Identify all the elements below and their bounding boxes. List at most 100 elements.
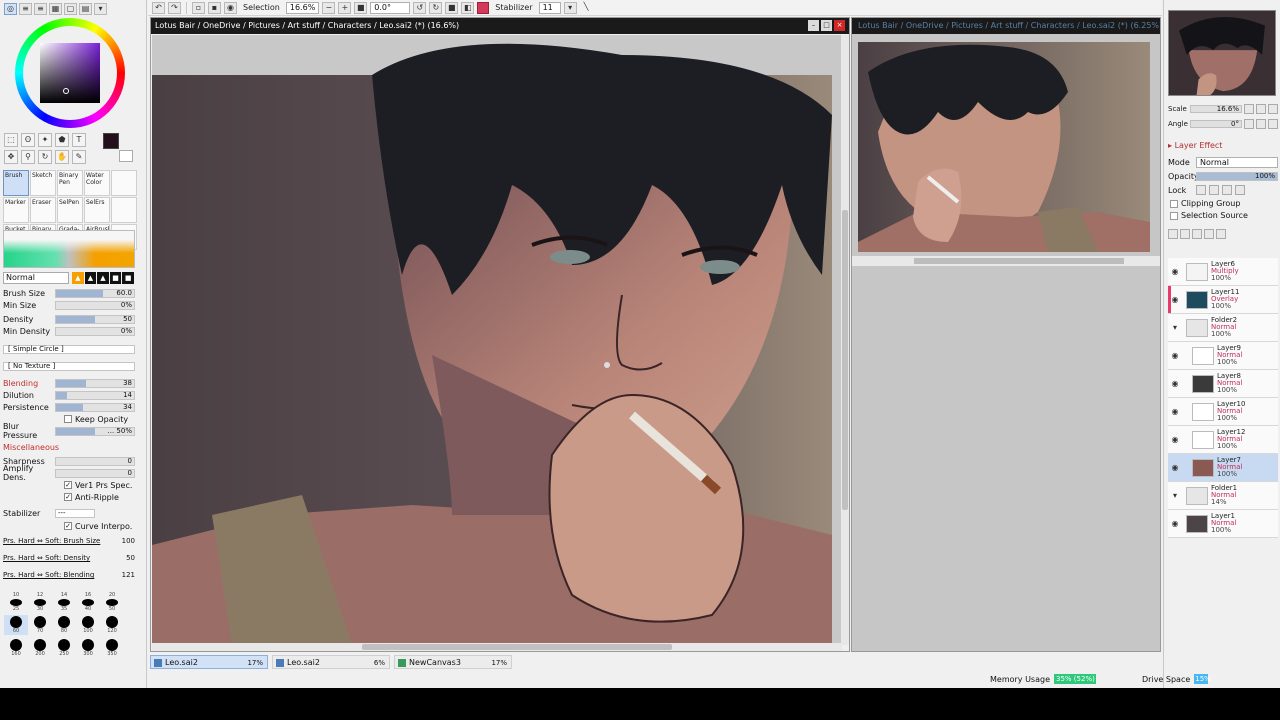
new-linework-layer-button[interactable] — [1180, 229, 1190, 239]
brush-size-preset[interactable]: 300 — [76, 638, 100, 658]
lasso-icon[interactable]: ʘ — [21, 133, 35, 147]
visibility-eye-icon[interactable]: ◉ — [1170, 407, 1180, 417]
brush-size-preset[interactable]: 16 40 — [76, 592, 100, 612]
brush-size-preset[interactable]: 120 — [100, 615, 124, 635]
rotation-field[interactable]: 0.0° — [370, 1, 411, 14]
brush-size-preset[interactable]: 100 — [76, 615, 100, 635]
brush-size-preset[interactable]: 350 — [100, 638, 124, 658]
angle-left-button[interactable] — [1244, 119, 1254, 129]
brush-tool-2[interactable]: Binary Pen — [57, 170, 83, 196]
delete-layer-button[interactable] — [1216, 229, 1226, 239]
brush-tool-0[interactable]: Brush — [3, 170, 29, 196]
lock-transparency-icon[interactable] — [1196, 185, 1206, 195]
rotate-right-button[interactable]: ↻ — [429, 1, 443, 14]
misc-header[interactable]: Miscellaneous — [3, 441, 135, 453]
lock-move-icon[interactable] — [1222, 185, 1232, 195]
rotate-icon[interactable]: ↻ — [38, 150, 52, 164]
brush-size-preset[interactable]: 200 — [28, 638, 52, 658]
zoom-field[interactable]: 16.6% — [285, 1, 320, 14]
selection-source-checkbox[interactable]: Selection Source — [1170, 210, 1248, 221]
visibility-eye-icon[interactable]: ◉ — [1170, 463, 1180, 473]
panel-menu-button[interactable]: ▾ — [94, 3, 107, 15]
visibility-eye-icon[interactable]: ◉ — [1170, 295, 1180, 305]
text-tool-icon[interactable]: T — [72, 133, 86, 147]
navigator-scale-slider[interactable]: 16.6% — [1190, 105, 1242, 113]
blending-slider[interactable]: 38 — [55, 378, 135, 388]
brush-tool-4[interactable] — [111, 170, 137, 196]
secondary-view-scrollbar[interactable] — [852, 256, 1160, 266]
brush-size-slider[interactable]: 60.0 — [55, 288, 135, 298]
brush-shape-select[interactable]: [ Simple Circle ] — [3, 344, 135, 354]
rect-select-icon[interactable]: ⬚ — [4, 133, 18, 147]
color-picker-cursor[interactable] — [63, 88, 69, 94]
persistence-slider[interactable]: 34 — [55, 402, 135, 412]
angle-reset-button[interactable] — [1268, 119, 1278, 129]
color-history-button[interactable]: ▤ — [79, 3, 92, 15]
navigator-angle-slider[interactable]: 0° — [1190, 120, 1242, 128]
eyedropper-icon[interactable]: ✎ — [72, 150, 86, 164]
duplicate-layer-button[interactable] — [1204, 229, 1214, 239]
stabilizer-dropdown-icon[interactable]: ▾ — [563, 1, 577, 14]
document-tab[interactable]: NewCanvas3 17% — [394, 655, 512, 669]
color-wheel[interactable] — [15, 18, 125, 128]
brush-size-preset[interactable]: 250 — [52, 638, 76, 658]
layer-row[interactable]: ◉ Layer1 Normal 100% — [1168, 510, 1278, 538]
layer-row[interactable]: ◉ Layer9 Normal 100% — [1168, 342, 1278, 370]
navigator-preview[interactable] — [1168, 10, 1276, 96]
brush-blend-mode-select[interactable]: Normal — [3, 272, 69, 284]
rotate-reset-button[interactable]: ■ — [445, 1, 459, 14]
document-tab[interactable]: Leo.sai2 6% — [272, 655, 390, 669]
prs-blending-row[interactable]: Prs. Hard ⇔ Soft: Blending 121 — [3, 569, 135, 581]
sharpness-slider[interactable]: 0 — [55, 456, 135, 466]
layer-row[interactable]: ◉ Layer7 Normal 100% — [1168, 454, 1278, 482]
layer-opacity-slider[interactable]: 100% — [1196, 171, 1278, 181]
hand-icon[interactable]: ✋ — [55, 150, 69, 164]
layer-row[interactable]: ▾ Folder2 Normal 100% — [1168, 314, 1278, 342]
color-wheel-mode-button[interactable]: ◎ — [4, 3, 17, 15]
layer-row[interactable]: ◉ Layer12 Normal 100% — [1168, 426, 1278, 454]
brush-size-preset[interactable]: 20 50 — [100, 592, 124, 612]
layer-effect-header[interactable]: ▸ Layer Effect — [1168, 141, 1222, 150]
brush-shape-orange[interactable]: ▲ — [72, 272, 84, 284]
visibility-eye-icon[interactable]: ◉ — [1170, 435, 1180, 445]
minimize-button[interactable]: – — [808, 20, 819, 31]
curve-interp-checkbox[interactable]: ✓ Curve Interpo. — [64, 520, 132, 532]
canvas-horizontal-scrollbar[interactable] — [152, 643, 842, 651]
min-density-slider[interactable]: 0% — [55, 326, 135, 336]
scale-plus-button[interactable] — [1256, 104, 1266, 114]
visibility-eye-icon[interactable]: ◉ — [1170, 379, 1180, 389]
prs-density-row[interactable]: Prs. Hard ⇔ Soft: Density 50 — [3, 552, 135, 564]
scale-minus-button[interactable] — [1244, 104, 1254, 114]
brush-tool-8[interactable]: SelErs — [84, 197, 110, 223]
saturation-value-square[interactable] — [40, 43, 100, 103]
visibility-eye-icon[interactable]: ◉ — [1170, 351, 1180, 361]
dilution-slider[interactable]: 14 — [55, 390, 135, 400]
brush-stabilizer-select[interactable]: --- — [55, 508, 95, 518]
new-folder-button[interactable] — [1192, 229, 1202, 239]
brush-size-preset[interactable]: 14 35 — [52, 592, 76, 612]
zoom-out-button[interactable]: − — [322, 1, 336, 14]
swatches-mode-button[interactable]: ▦ — [49, 3, 62, 15]
drawing-canvas[interactable] — [152, 35, 842, 645]
prs-size-row[interactable]: Prs. Hard ⇔ Soft: Brush Size 100 — [3, 535, 135, 547]
amplify-density-slider[interactable]: 0 — [55, 468, 135, 478]
zoom-reset-button[interactable]: ■ — [354, 1, 368, 14]
layer-row[interactable]: ◉ Layer11 Overlay 100% — [1168, 286, 1278, 314]
brush-size-preset[interactable]: 10 25 — [4, 592, 28, 612]
magic-wand-icon[interactable]: ✦ — [38, 133, 52, 147]
brush-tool-1[interactable]: Sketch — [30, 170, 56, 196]
brush-tool-9[interactable] — [111, 197, 137, 223]
close-button[interactable]: × — [834, 20, 845, 31]
foreground-color-swatch[interactable] — [103, 133, 119, 149]
undo-button[interactable]: ↶ — [152, 1, 165, 14]
invert-selection-button[interactable]: ▪ — [208, 1, 221, 14]
background-color-swatch[interactable] — [119, 150, 133, 162]
brush-shape-dark-4[interactable]: ■ — [122, 272, 134, 284]
anti-ripple-checkbox[interactable]: ✓ Anti-Ripple — [64, 491, 119, 503]
brush-shape-dark-2[interactable]: ▲ — [97, 272, 109, 284]
layer-row[interactable]: ▾ Folder1 Normal 14% — [1168, 482, 1278, 510]
brush-tool-7[interactable]: SelPen — [57, 197, 83, 223]
layer-row[interactable]: ◉ Layer10 Normal 100% — [1168, 398, 1278, 426]
lock-paint-icon[interactable] — [1209, 185, 1219, 195]
keep-opacity-checkbox[interactable]: Keep Opacity — [64, 413, 128, 425]
